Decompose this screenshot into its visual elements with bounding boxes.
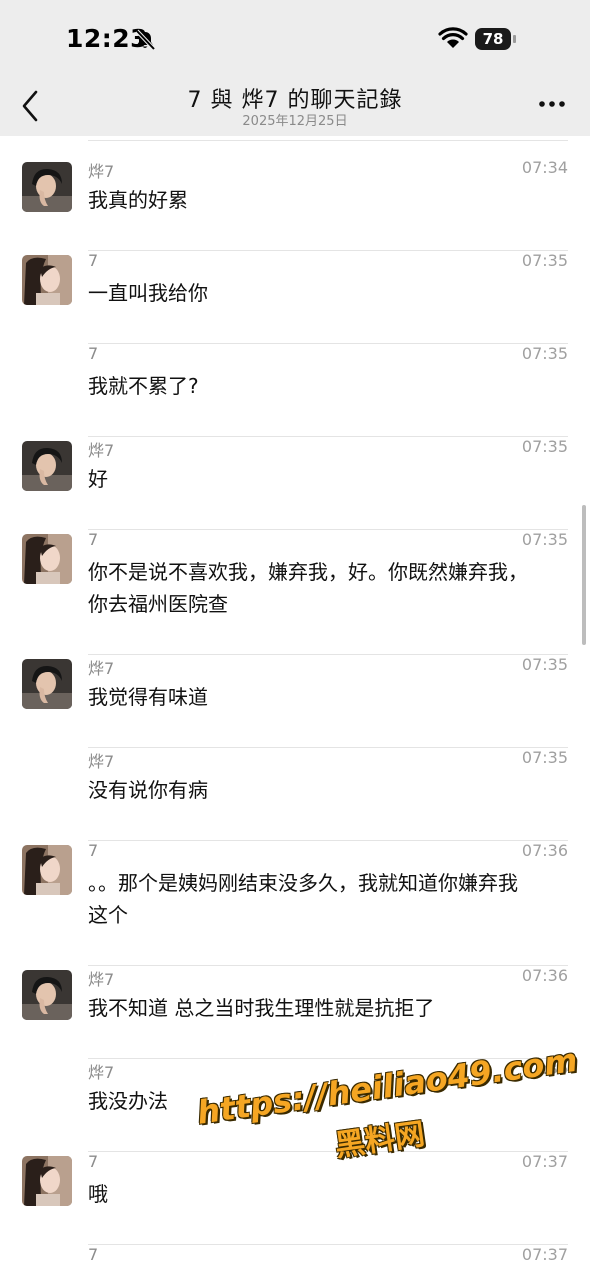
message-text-line: 。。那个是姨妈刚结束没多久，我就知道你嫌弃我	[88, 871, 518, 895]
message-text: 我就不累了?	[88, 370, 568, 402]
message-time: 07:36	[521, 841, 568, 860]
message-text-line: 我没办法	[88, 1089, 168, 1113]
message-sender: 7	[88, 1152, 99, 1171]
avatar[interactable]	[22, 1156, 72, 1206]
message-sender: 7	[88, 841, 99, 860]
message-time: 07:35	[521, 344, 568, 363]
divider	[88, 140, 568, 141]
message-sender: 烨7	[88, 441, 115, 460]
avatar[interactable]	[22, 845, 72, 895]
page-subtitle-date: 2025年12月25日	[242, 114, 348, 129]
message-row[interactable]: 烨7 07:36 我没办法	[0, 1059, 590, 1152]
message-text-line: 我觉得有味道	[88, 685, 208, 709]
message-text-line: 这个	[88, 903, 128, 927]
message-text: 哦	[88, 1178, 568, 1210]
message-time: 07:35	[521, 251, 568, 270]
message-time: 07:35	[521, 748, 568, 767]
avatar[interactable]	[22, 255, 72, 305]
message-text: 好	[88, 463, 568, 495]
message-row[interactable]: 烨7 07:34 我真的好累	[0, 158, 590, 251]
message-row[interactable]: 烨7 07:35 我觉得有味道	[0, 655, 590, 748]
avatar[interactable]	[22, 659, 72, 709]
avatar[interactable]	[22, 162, 72, 212]
message-text: 我真的好累	[88, 184, 568, 216]
battery-level: 78	[475, 28, 511, 50]
message-text: 我没办法	[88, 1085, 568, 1117]
message-text: 一直叫我给你	[88, 277, 568, 309]
message-text: 你不是说不喜欢我，嫌弃我，好。你既然嫌弃我， 你去福州医院查	[88, 556, 568, 620]
message-text-line: 我就不累了?	[88, 374, 199, 398]
message-sender: 烨7	[88, 659, 115, 678]
message-text: 没有说你有病	[88, 774, 568, 806]
message-text-line: 一直叫我给你	[88, 281, 208, 305]
battery-indicator: 78	[475, 28, 517, 50]
message-time: 07:37	[521, 1245, 568, 1264]
message-time: 07:34	[521, 158, 568, 177]
message-time: 07:35	[521, 437, 568, 456]
message-time: 07:35	[521, 530, 568, 549]
message-row[interactable]: 7 07:37	[0, 1245, 590, 1280]
message-row[interactable]: 烨7 07:35 没有说你有病	[0, 748, 590, 841]
avatar[interactable]	[22, 534, 72, 584]
message-time: 07:37	[521, 1152, 568, 1171]
message-text-line: 没有说你有病	[88, 778, 208, 802]
avatar[interactable]	[22, 441, 72, 491]
message-row[interactable]: 7 07:35 你不是说不喜欢我，嫌弃我，好。你既然嫌弃我， 你去福州医院查	[0, 530, 590, 655]
message-sender: 7	[88, 344, 99, 363]
message-text-line: 你不是说不喜欢我，嫌弃我，好。你既然嫌弃我，	[88, 560, 528, 584]
message-row[interactable]: 7 07:36 。。那个是姨妈刚结束没多久，我就知道你嫌弃我 这个	[0, 841, 590, 966]
chat-message-list[interactable]: 烨7 07:34 我真的好累 7 07:35 一直叫我给你 7 07:35 我就不累了? 烨7 07…	[0, 136, 590, 1280]
message-text-line: 你去福州医院查	[88, 592, 228, 616]
wifi-icon	[438, 27, 468, 48]
message-sender: 7	[88, 530, 99, 549]
message-time: 07:36	[521, 966, 568, 985]
message-sender: 7	[88, 251, 99, 270]
message-sender: 烨7	[88, 752, 115, 771]
message-time: 07:36	[521, 1059, 568, 1078]
message-text: 。。那个是姨妈刚结束没多久，我就知道你嫌弃我 这个	[88, 867, 568, 931]
message-text-line: 好	[88, 467, 108, 491]
nav-bar: 7 與 烨7 的聊天記錄 2025年12月25日	[0, 80, 590, 136]
message-sender: 7	[88, 1245, 99, 1264]
message-row[interactable]: 烨7 07:36 我不知道 总之当时我生理性就是抗拒了	[0, 966, 590, 1059]
scrollbar[interactable]	[582, 505, 586, 645]
message-sender: 烨7	[88, 1063, 115, 1082]
message-text-line: 哦	[88, 1182, 108, 1206]
message-row[interactable]: 7 07:35 我就不累了?	[0, 344, 590, 437]
battery-cap	[513, 35, 516, 43]
bell-muted-icon	[135, 29, 156, 51]
message-text: 我觉得有味道	[88, 681, 568, 713]
message-text-line: 我真的好累	[88, 188, 188, 212]
avatar[interactable]	[22, 970, 72, 1020]
message-row[interactable]: 烨7 07:35 好	[0, 437, 590, 530]
message-time: 07:35	[521, 655, 568, 674]
message-text: 我不知道 总之当时我生理性就是抗拒了	[88, 992, 568, 1024]
more-options-icon[interactable]	[536, 92, 568, 116]
status-bar: 12:23 78	[0, 0, 590, 80]
message-row[interactable]: 7 07:37 哦	[0, 1152, 590, 1245]
message-sender: 烨7	[88, 970, 115, 989]
message-row[interactable]: 7 07:35 一直叫我给你	[0, 251, 590, 344]
message-sender: 烨7	[88, 162, 115, 181]
message-text-line: 我不知道 总之当时我生理性就是抗拒了	[88, 996, 435, 1020]
